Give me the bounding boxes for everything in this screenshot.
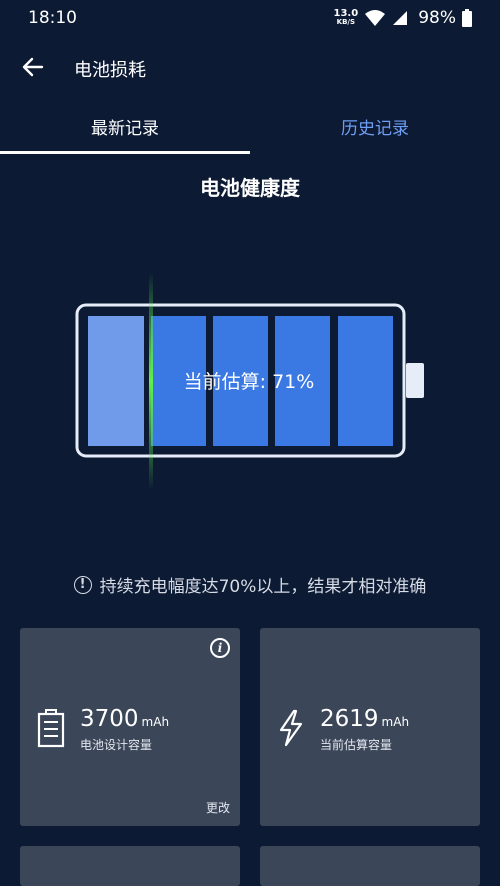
app-bar: 电池损耗	[0, 44, 500, 88]
cell-signal-icon	[393, 11, 408, 25]
health-estimate-text: 当前估算: 71%	[184, 371, 315, 393]
battery-icon	[37, 709, 65, 748]
estimated-capacity-card: 2619 mAh 当前估算容量	[260, 628, 480, 826]
change-button[interactable]: 更改	[206, 799, 230, 816]
battery-cell-1	[88, 316, 144, 446]
estimated-capacity-number: 2619	[320, 706, 379, 732]
net-speed-value: 13.0	[333, 8, 359, 19]
tab-history-records[interactable]: 历史记录	[250, 104, 500, 154]
exclamation-circle-icon: !	[73, 575, 92, 594]
battery-status-icon	[462, 9, 472, 27]
back-button[interactable]	[18, 52, 48, 82]
design-capacity-value: 3700 mAh	[80, 706, 169, 732]
info-icon[interactable]: i	[210, 638, 230, 658]
scan-line	[149, 272, 153, 490]
battery-health-title: 电池健康度	[200, 176, 300, 200]
design-capacity-label: 电池设计容量	[80, 738, 153, 752]
battery-cell-5	[338, 316, 393, 446]
battery-percent: 98%	[418, 8, 456, 28]
status-bar: 18:10 13.0 KB/S 98%	[0, 0, 500, 36]
estimated-capacity-label: 当前估算容量	[320, 738, 393, 752]
lightning-icon	[279, 709, 303, 747]
design-capacity-number: 3700	[80, 706, 139, 732]
arrow-left-icon	[22, 57, 44, 77]
stat-card-partial-left	[20, 846, 240, 886]
page-title: 电池损耗	[74, 60, 146, 81]
battery-health-graphic: 当前估算: 71%	[75, 272, 424, 490]
hint-text: 持续充电幅度达70%以上，结果才相对准确	[99, 577, 427, 597]
battery-terminal	[406, 363, 424, 398]
net-speed: 13.0 KB/S	[334, 9, 359, 27]
stat-card-partial-right	[260, 846, 480, 886]
estimated-capacity-value: 2619 mAh	[320, 706, 409, 732]
accuracy-hint: ! 持续充电幅度达70%以上，结果才相对准确	[0, 572, 500, 597]
tab-latest-records[interactable]: 最新记录	[0, 104, 250, 154]
net-speed-unit: KB/S	[336, 18, 356, 26]
status-time: 18:10	[28, 8, 77, 28]
wifi-icon	[365, 10, 386, 26]
design-capacity-unit: mAh	[141, 715, 170, 729]
status-icons: 13.0 KB/S 98%	[334, 6, 472, 30]
design-capacity-card[interactable]: i 3700 mAh 电池设计容量 更改	[20, 628, 240, 826]
tab-bar: 最新记录 历史记录	[0, 104, 500, 154]
estimated-capacity-unit: mAh	[381, 715, 410, 729]
